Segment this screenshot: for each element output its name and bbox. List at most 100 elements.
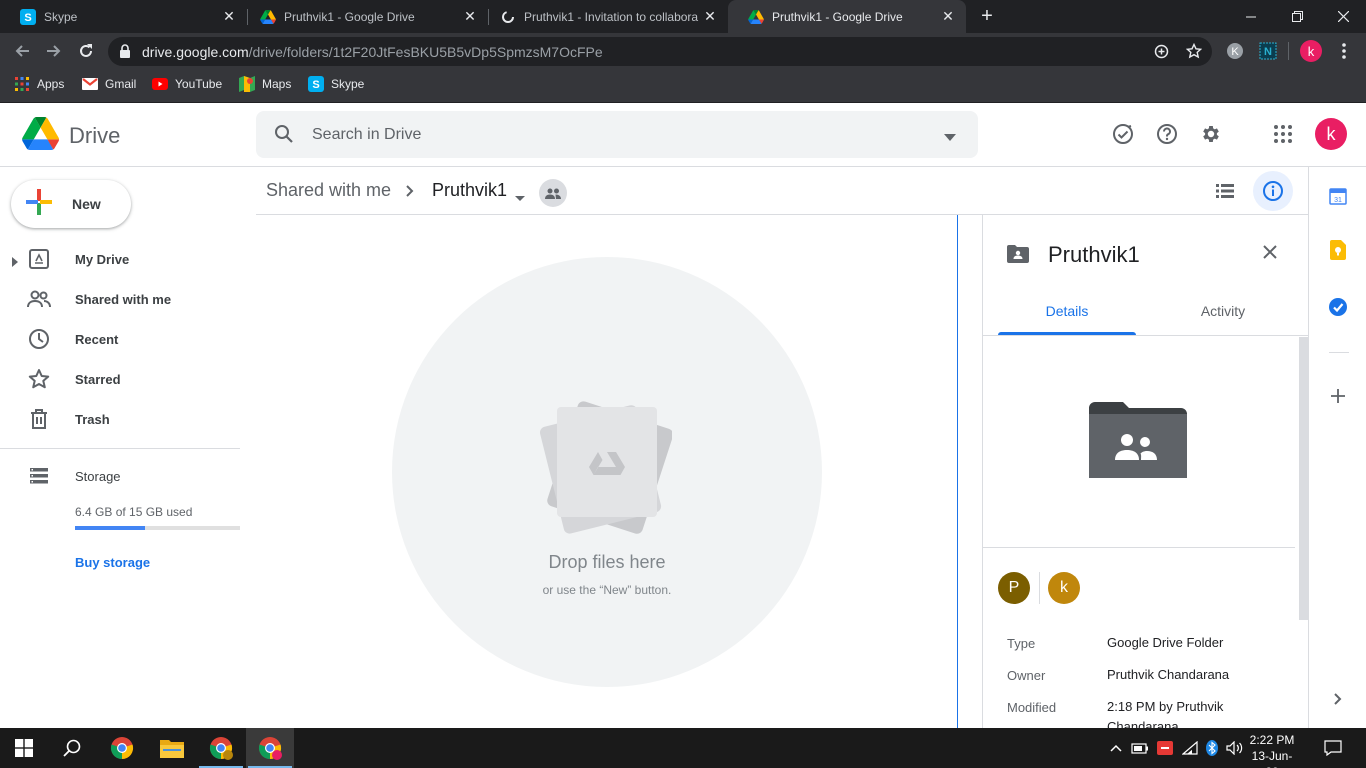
person-avatar-k[interactable]: k bbox=[1048, 572, 1080, 604]
content-divider bbox=[957, 215, 958, 728]
clock-icon bbox=[27, 327, 51, 351]
address-bar[interactable]: drive.google.com/drive/folders/1t2F20JtF… bbox=[108, 37, 1212, 66]
tab-title: Pruthvik1 - Invitation to collabora bbox=[524, 9, 699, 24]
chrome-icon[interactable] bbox=[98, 728, 146, 768]
info-icon[interactable] bbox=[1253, 171, 1293, 211]
tab-invitation[interactable]: Pruthvik1 - Invitation to collabora ✕ bbox=[480, 0, 728, 33]
restore-button[interactable] bbox=[1274, 0, 1320, 33]
breadcrumb-shared-with-me[interactable]: Shared with me bbox=[266, 180, 391, 201]
forward-button[interactable] bbox=[41, 38, 67, 64]
tasks-icon[interactable] bbox=[1328, 297, 1348, 317]
extension-n-icon[interactable]: N bbox=[1258, 41, 1278, 61]
search-icon[interactable] bbox=[48, 728, 96, 768]
tab-drive-active[interactable]: Pruthvik1 - Google Drive ✕ bbox=[728, 0, 966, 33]
close-icon[interactable]: ✕ bbox=[462, 8, 478, 25]
bookmark-skype[interactable]: S Skype bbox=[308, 70, 364, 98]
prop-type-value: Google Drive Folder bbox=[1107, 635, 1224, 650]
minimize-button[interactable] bbox=[1228, 0, 1274, 33]
search-input[interactable] bbox=[312, 123, 912, 147]
tab-drive-1[interactable]: Pruthvik1 - Google Drive ✕ bbox=[240, 0, 488, 33]
bluetooth-icon[interactable] bbox=[1202, 738, 1222, 758]
bookmark-label: Apps bbox=[37, 77, 65, 91]
star-icon[interactable] bbox=[1185, 42, 1203, 64]
nav-trash[interactable]: Trash bbox=[0, 403, 240, 435]
chevron-up-icon[interactable] bbox=[1106, 738, 1126, 758]
more-vert-icon[interactable] bbox=[1334, 41, 1354, 61]
reload-button[interactable] bbox=[73, 38, 99, 64]
expand-caret-icon[interactable] bbox=[12, 254, 18, 272]
details-title: Pruthvik1 bbox=[1048, 242, 1140, 267]
offline-check-icon[interactable] bbox=[1111, 122, 1135, 146]
maps-icon bbox=[239, 76, 255, 92]
drop-zone[interactable]: Drop files here or use the “New” button. bbox=[392, 257, 822, 687]
svg-text:S: S bbox=[24, 12, 31, 24]
volume-icon[interactable] bbox=[1225, 738, 1245, 758]
side-panel-divider bbox=[1329, 352, 1349, 353]
nav-shared-with-me[interactable]: Shared with me bbox=[0, 283, 240, 315]
details-scrollbar[interactable] bbox=[1299, 337, 1308, 620]
window-close-button[interactable] bbox=[1320, 0, 1366, 33]
file-explorer-icon[interactable] bbox=[148, 728, 196, 768]
back-button[interactable] bbox=[9, 38, 35, 64]
list-view-icon[interactable] bbox=[1213, 179, 1237, 203]
bookmark-label: YouTube bbox=[175, 77, 223, 91]
keep-icon[interactable] bbox=[1328, 240, 1348, 260]
details-panel: Pruthvik1 Details Activity P k Type Goog… bbox=[982, 215, 1308, 728]
help-icon[interactable] bbox=[1155, 122, 1179, 146]
tab-activity[interactable]: Activity bbox=[1154, 303, 1292, 319]
breadcrumb-current-folder[interactable]: Pruthvik1 bbox=[432, 180, 507, 201]
extension-k-icon[interactable]: K bbox=[1225, 41, 1245, 61]
close-icon[interactable]: ✕ bbox=[221, 8, 237, 25]
antivirus-icon[interactable] bbox=[1155, 738, 1175, 758]
buy-storage-link[interactable]: Buy storage bbox=[75, 555, 150, 570]
drive-icon bbox=[260, 9, 276, 25]
chevron-right-icon[interactable] bbox=[1328, 689, 1348, 709]
close-icon[interactable]: ✕ bbox=[940, 8, 956, 25]
bookmark-gmail[interactable]: Gmail bbox=[82, 70, 136, 98]
new-button[interactable]: New bbox=[11, 180, 131, 228]
close-icon[interactable]: ✕ bbox=[702, 8, 718, 25]
plus-icon bbox=[26, 188, 52, 220]
close-icon[interactable] bbox=[1263, 245, 1277, 264]
notifications-icon[interactable] bbox=[1323, 738, 1343, 758]
search-options-icon[interactable] bbox=[944, 128, 956, 146]
chrome-profile-icon[interactable] bbox=[197, 728, 245, 768]
storage-usage-text: 6.4 GB of 15 GB used bbox=[75, 505, 193, 519]
chevron-right-icon bbox=[406, 184, 414, 202]
account-avatar[interactable]: k bbox=[1315, 118, 1347, 150]
bookmark-maps[interactable]: Maps bbox=[239, 70, 291, 98]
nav-recent[interactable]: Recent bbox=[0, 323, 240, 355]
windows-start-icon[interactable] bbox=[0, 728, 48, 768]
toolbar-separator bbox=[1288, 42, 1289, 60]
add-addon-icon[interactable] bbox=[1328, 386, 1348, 406]
drive-header: Drive k bbox=[0, 103, 1366, 167]
nav-storage[interactable]: Storage bbox=[0, 460, 240, 492]
tab-details[interactable]: Details bbox=[998, 303, 1136, 319]
bookmark-apps[interactable]: Apps bbox=[14, 70, 64, 98]
profile-avatar[interactable]: k bbox=[1300, 40, 1322, 62]
storage-progress-bar bbox=[75, 526, 240, 530]
side-panel: 31 bbox=[1308, 167, 1366, 728]
search-box bbox=[256, 111, 978, 158]
svg-text:31: 31 bbox=[1334, 197, 1342, 204]
tab-divider bbox=[983, 335, 1308, 336]
tab-skype[interactable]: S Skype ✕ bbox=[0, 0, 247, 33]
add-icon[interactable] bbox=[1154, 44, 1169, 64]
calendar-icon[interactable]: 31 bbox=[1328, 186, 1348, 206]
chrome-active-icon[interactable] bbox=[246, 728, 294, 768]
drive-logo-icon bbox=[22, 117, 60, 155]
new-tab-button[interactable]: + bbox=[976, 6, 998, 28]
battery-icon[interactable] bbox=[1130, 738, 1150, 758]
bookmark-youtube[interactable]: YouTube bbox=[152, 70, 222, 98]
gear-icon[interactable] bbox=[1199, 122, 1223, 146]
nav-my-drive[interactable]: My Drive bbox=[0, 243, 240, 275]
wifi-icon[interactable] bbox=[1180, 738, 1200, 758]
nav-starred[interactable]: Starred bbox=[0, 363, 240, 395]
browser-tabstrip: S Skype ✕ Pruthvik1 - Google Drive ✕ Pru… bbox=[0, 0, 1366, 33]
search-icon[interactable] bbox=[274, 124, 294, 149]
drive-logo[interactable]: Drive bbox=[22, 117, 120, 155]
person-avatar-p[interactable]: P bbox=[998, 572, 1030, 604]
google-apps-icon[interactable] bbox=[1271, 122, 1295, 146]
system-clock[interactable]: 2:22 PM 13-Jun-20 bbox=[1246, 732, 1298, 768]
folder-menu-dropdown-icon[interactable] bbox=[515, 188, 525, 206]
